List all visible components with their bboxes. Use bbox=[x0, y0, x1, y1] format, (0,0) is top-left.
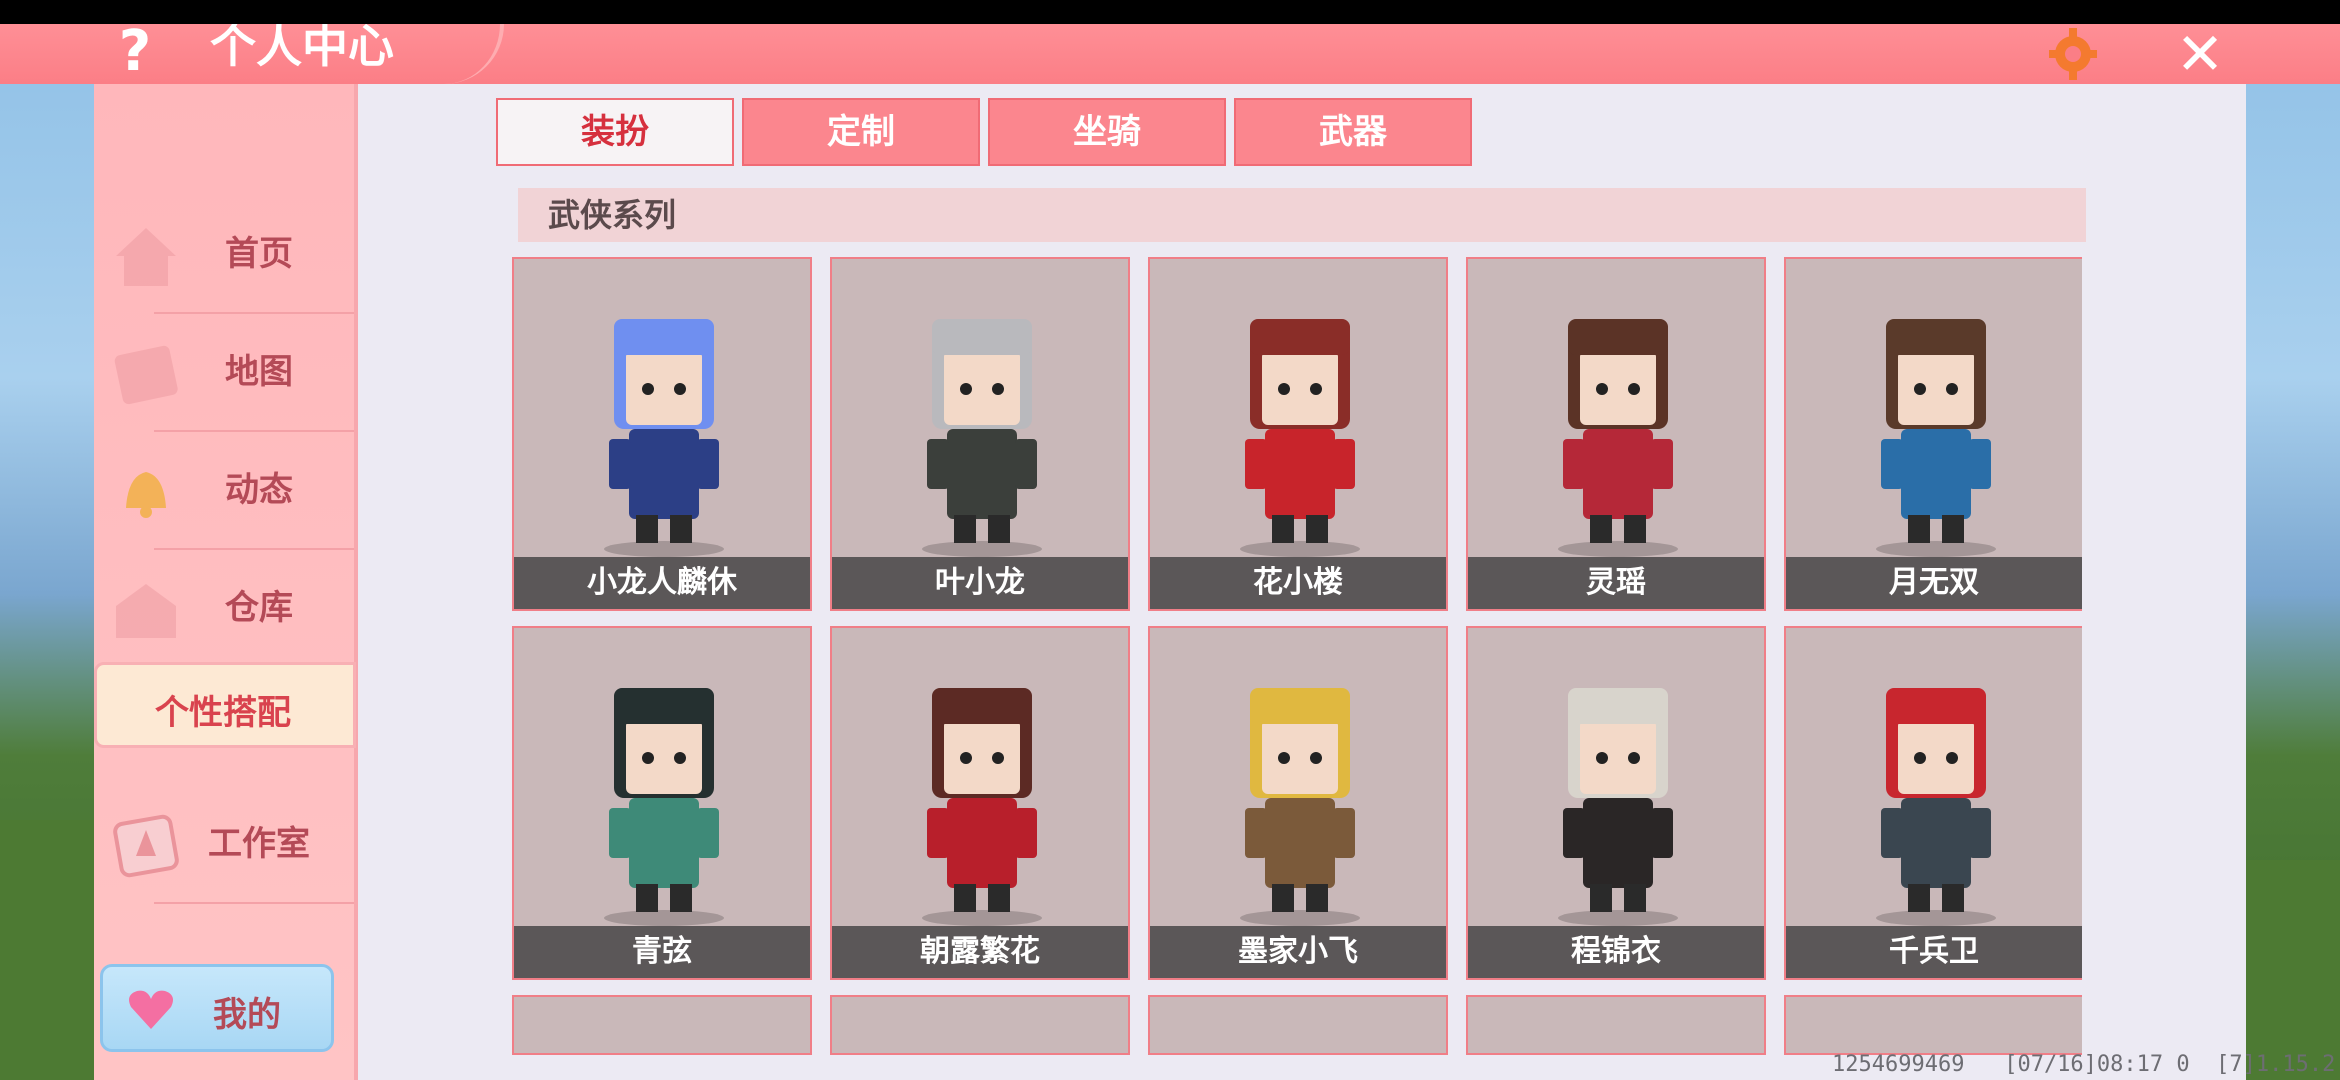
footer-build-info: 1254699469 [07/16]08:17 0 [7]1.15.2 bbox=[1832, 1052, 2335, 1077]
skin-card[interactable]: 灵瑶 bbox=[1466, 257, 1766, 611]
status-bar bbox=[0, 0, 2340, 24]
background-terrain-right bbox=[2246, 860, 2340, 1080]
heart-icon bbox=[129, 990, 173, 1029]
page-title: 个人中心 bbox=[210, 24, 394, 68]
footer-uid: 1254699469 bbox=[1832, 1052, 1965, 1077]
sidebar-item-feed[interactable]: 动态 bbox=[94, 432, 354, 550]
character-figure bbox=[604, 319, 724, 557]
sidebar-item-label: 地图 bbox=[225, 352, 293, 392]
sidebar-item-label: 工作室 bbox=[208, 824, 310, 864]
skin-card[interactable]: 程锦衣 bbox=[1466, 626, 1766, 980]
header-decoration bbox=[420, 24, 504, 84]
tab-weapon[interactable]: 武器 bbox=[1234, 98, 1472, 166]
tab-mount[interactable]: 坐骑 bbox=[988, 98, 1226, 166]
help-icon[interactable]: ? bbox=[112, 24, 158, 84]
skin-card-partial[interactable] bbox=[1784, 995, 2082, 1055]
skin-card[interactable]: 花小楼 bbox=[1148, 257, 1448, 611]
character-figure bbox=[1240, 319, 1360, 557]
sidebar-item-label: 仓库 bbox=[225, 588, 293, 628]
sidebar-item-outfit[interactable]: 个性搭配 bbox=[94, 662, 356, 748]
skin-name: 程锦衣 bbox=[1468, 926, 1764, 978]
skin-card-partial[interactable] bbox=[1148, 995, 1448, 1055]
sidebar-item-home[interactable]: 首页 bbox=[94, 196, 354, 314]
skin-name: 月无双 bbox=[1786, 557, 2082, 609]
character-figure bbox=[1558, 319, 1678, 557]
skin-card-partial[interactable] bbox=[1466, 995, 1766, 1055]
skin-card[interactable]: 叶小龙 bbox=[830, 257, 1130, 611]
skin-name: 小龙人麟休 bbox=[514, 557, 810, 609]
character-figure bbox=[604, 688, 724, 926]
character-figure bbox=[922, 688, 1042, 926]
skin-name: 朝露繁花 bbox=[832, 926, 1128, 978]
skin-card-partial[interactable] bbox=[830, 995, 1130, 1055]
skin-name: 青弦 bbox=[514, 926, 810, 978]
character-figure bbox=[1876, 319, 1996, 557]
sidebar-item-label: 个性搭配 bbox=[155, 693, 291, 733]
character-figure bbox=[1558, 688, 1678, 926]
character-figure bbox=[922, 319, 1042, 557]
skin-name: 灵瑶 bbox=[1468, 557, 1764, 609]
skin-card[interactable]: 月无双 bbox=[1784, 257, 2082, 611]
gear-icon[interactable] bbox=[2043, 28, 2103, 80]
skin-card[interactable]: 青弦 bbox=[512, 626, 812, 980]
sidebar: 首页 地图 动态 仓库 个性搭配 工作室 bbox=[94, 84, 358, 1080]
mine-label: 我的 bbox=[213, 995, 281, 1035]
close-icon[interactable]: ✕ bbox=[2172, 24, 2228, 84]
mine-button[interactable]: 我的 bbox=[100, 964, 334, 1052]
tab-custom[interactable]: 定制 bbox=[742, 98, 980, 166]
sidebar-divider bbox=[154, 902, 354, 904]
sidebar-item-studio[interactable]: 工作室 bbox=[94, 786, 354, 904]
background-terrain-left bbox=[0, 820, 94, 1080]
skin-card-partial[interactable] bbox=[512, 995, 812, 1055]
sidebar-item-label: 首页 bbox=[225, 234, 293, 274]
tab-outfit[interactable]: 装扮 bbox=[496, 98, 734, 166]
footer-version: [7]1.15.2 bbox=[2216, 1052, 2336, 1077]
skin-card[interactable]: 千兵卫 bbox=[1784, 626, 2082, 980]
skin-name: 花小楼 bbox=[1150, 557, 1446, 609]
skin-card[interactable]: 墨家小飞 bbox=[1148, 626, 1448, 980]
skin-grid: 小龙人麟休 叶小龙 花小楼 灵瑶 月无双青弦 朝露繁花 墨家小飞 程锦衣 千兵卫 bbox=[512, 257, 2082, 1080]
skin-card[interactable]: 小龙人麟休 bbox=[512, 257, 812, 611]
header-bar: ? 个人中心 ✕ bbox=[0, 24, 2340, 84]
series-title: 武侠系列 bbox=[518, 188, 2086, 242]
skin-name: 叶小龙 bbox=[832, 557, 1128, 609]
skin-name: 墨家小飞 bbox=[1150, 926, 1446, 978]
sidebar-item-map[interactable]: 地图 bbox=[94, 314, 354, 432]
character-figure bbox=[1240, 688, 1360, 926]
sidebar-item-label: 动态 bbox=[225, 470, 293, 510]
character-figure bbox=[1876, 688, 1996, 926]
skin-name: 千兵卫 bbox=[1786, 926, 2082, 978]
sidebar-item-warehouse[interactable]: 仓库 bbox=[94, 550, 354, 668]
skin-card[interactable]: 朝露繁花 bbox=[830, 626, 1130, 980]
footer-time: [07/16]08:17 0 bbox=[2004, 1052, 2190, 1077]
